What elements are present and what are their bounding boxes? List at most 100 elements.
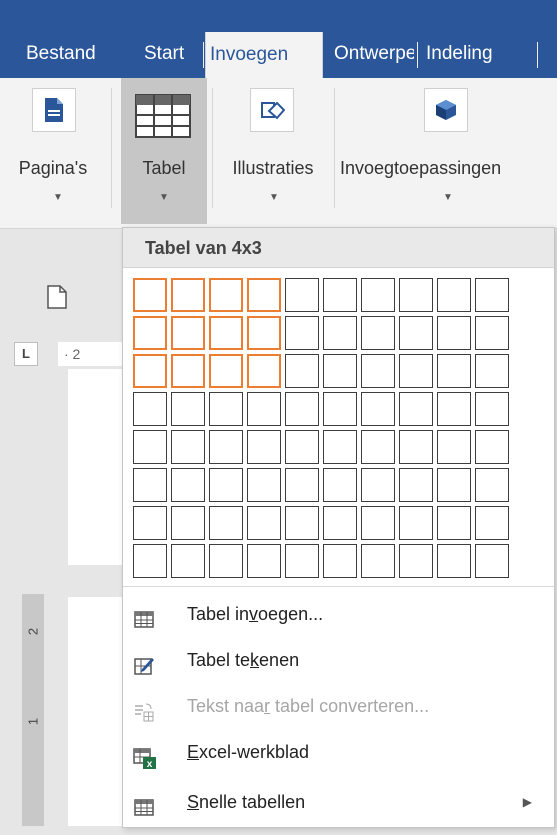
grid-cell[interactable]: [133, 316, 167, 350]
grid-cell[interactable]: [133, 544, 167, 578]
paginas-button[interactable]: Pagina's ▼: [0, 78, 110, 224]
grid-cell[interactable]: [171, 430, 205, 464]
grid-cell[interactable]: [399, 506, 433, 540]
grid-cell[interactable]: [171, 316, 205, 350]
grid-cell[interactable]: [285, 316, 319, 350]
grid-cell[interactable]: [361, 278, 395, 312]
grid-cell[interactable]: [171, 392, 205, 426]
grid-cell[interactable]: [133, 430, 167, 464]
grid-cell[interactable]: [399, 544, 433, 578]
grid-cell[interactable]: [361, 544, 395, 578]
tab-invoegen[interactable]: Invoegen: [205, 32, 323, 78]
grid-cell[interactable]: [323, 392, 357, 426]
grid-cell[interactable]: [475, 544, 509, 578]
grid-cell[interactable]: [285, 278, 319, 312]
tab-stop-selector[interactable]: L: [14, 342, 38, 366]
grid-cell[interactable]: [323, 354, 357, 388]
grid-cell[interactable]: [285, 392, 319, 426]
grid-cell[interactable]: [323, 506, 357, 540]
grid-cell[interactable]: [285, 468, 319, 502]
grid-cell[interactable]: [437, 506, 471, 540]
grid-cell[interactable]: [209, 392, 243, 426]
grid-cell[interactable]: [247, 544, 281, 578]
grid-cell[interactable]: [437, 316, 471, 350]
grid-cell[interactable]: [475, 354, 509, 388]
horizontal-ruler[interactable]: · 2: [58, 342, 128, 366]
grid-cell[interactable]: [209, 354, 243, 388]
grid-cell[interactable]: [247, 430, 281, 464]
grid-cell[interactable]: [209, 468, 243, 502]
grid-cell[interactable]: [209, 430, 243, 464]
menu-item-excel-werkblad[interactable]: x Excel-werkblad: [123, 730, 554, 774]
tab-ontwerpen[interactable]: Ontwerpe: [334, 34, 414, 74]
grid-cell[interactable]: [323, 544, 357, 578]
grid-cell[interactable]: [437, 354, 471, 388]
grid-cell[interactable]: [133, 468, 167, 502]
menu-item-tabel-tekenen[interactable]: Tabel tekenen: [123, 638, 554, 682]
grid-cell[interactable]: [475, 506, 509, 540]
grid-cell[interactable]: [399, 278, 433, 312]
grid-cell[interactable]: [323, 430, 357, 464]
grid-cell[interactable]: [475, 468, 509, 502]
grid-cell[interactable]: [133, 506, 167, 540]
menu-item-tabel-invoegen[interactable]: Tabel invoegen...: [123, 592, 554, 636]
grid-cell[interactable]: [247, 506, 281, 540]
grid-cell[interactable]: [475, 392, 509, 426]
grid-cell[interactable]: [285, 354, 319, 388]
grid-cell[interactable]: [171, 506, 205, 540]
illustraties-button[interactable]: Illustraties ▼: [214, 78, 332, 224]
grid-cell[interactable]: [399, 316, 433, 350]
document-page[interactable]: [68, 597, 122, 826]
grid-cell[interactable]: [475, 278, 509, 312]
grid-cell[interactable]: [437, 544, 471, 578]
grid-cell[interactable]: [361, 506, 395, 540]
new-document-icon[interactable]: [47, 285, 67, 314]
grid-cell[interactable]: [171, 544, 205, 578]
grid-cell[interactable]: [209, 544, 243, 578]
tab-indeling[interactable]: Indeling: [426, 34, 526, 74]
grid-cell[interactable]: [437, 392, 471, 426]
grid-cell[interactable]: [323, 278, 357, 312]
menu-item-snelle-tabellen[interactable]: Snelle tabellen ▶: [123, 780, 554, 824]
table-size-grid[interactable]: [133, 278, 509, 578]
grid-cell[interactable]: [285, 430, 319, 464]
grid-cell[interactable]: [133, 278, 167, 312]
document-page[interactable]: [68, 369, 122, 565]
grid-cell[interactable]: [361, 392, 395, 426]
grid-cell[interactable]: [361, 468, 395, 502]
grid-cell[interactable]: [171, 354, 205, 388]
grid-cell[interactable]: [437, 430, 471, 464]
grid-cell[interactable]: [361, 316, 395, 350]
grid-cell[interactable]: [247, 392, 281, 426]
grid-cell[interactable]: [399, 354, 433, 388]
grid-cell[interactable]: [209, 316, 243, 350]
grid-cell[interactable]: [133, 354, 167, 388]
grid-cell[interactable]: [171, 278, 205, 312]
grid-cell[interactable]: [285, 506, 319, 540]
grid-cell[interactable]: [209, 278, 243, 312]
grid-cell[interactable]: [361, 354, 395, 388]
tab-start[interactable]: Start: [144, 34, 199, 74]
grid-cell[interactable]: [171, 468, 205, 502]
tabel-button[interactable]: Tabel ▼: [121, 78, 207, 224]
grid-cell[interactable]: [247, 468, 281, 502]
grid-cell[interactable]: [361, 430, 395, 464]
grid-cell[interactable]: [133, 392, 167, 426]
grid-cell[interactable]: [437, 278, 471, 312]
grid-cell[interactable]: [323, 316, 357, 350]
grid-cell[interactable]: [475, 430, 509, 464]
tab-bestand[interactable]: Bestand: [26, 34, 122, 74]
grid-cell[interactable]: [399, 468, 433, 502]
grid-cell[interactable]: [285, 544, 319, 578]
grid-cell[interactable]: [437, 468, 471, 502]
grid-cell[interactable]: [323, 468, 357, 502]
grid-cell[interactable]: [247, 354, 281, 388]
grid-cell[interactable]: [399, 392, 433, 426]
grid-cell[interactable]: [247, 278, 281, 312]
grid-cell[interactable]: [475, 316, 509, 350]
grid-cell[interactable]: [399, 430, 433, 464]
grid-cell[interactable]: [247, 316, 281, 350]
vertical-ruler[interactable]: 2 1: [22, 594, 44, 826]
grid-cell[interactable]: [209, 506, 243, 540]
invoegtoepassingen-button[interactable]: Invoegtoepassingen ▼: [336, 78, 557, 224]
